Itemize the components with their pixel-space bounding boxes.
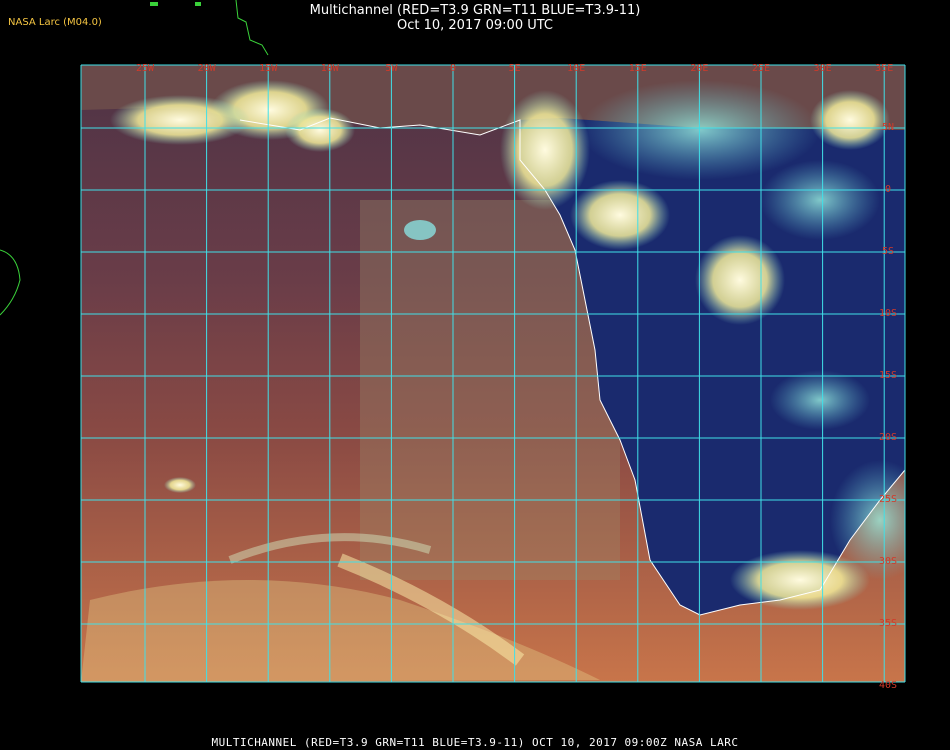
cloud-blob xyxy=(404,220,436,240)
satellite-image-viewer: 25W 20W 15W 10W 5W 0 5E 10E 15E 20E 25E 30E 35E 5N 0 5S… xyxy=(0,0,950,750)
latitude-label: 15S xyxy=(879,370,897,381)
latitude-label: 40S xyxy=(879,680,897,691)
cloud-blob xyxy=(164,477,196,493)
image-datetime: Oct 10, 2017 09:00 UTC xyxy=(397,18,553,33)
cloud-blob xyxy=(810,90,890,150)
longitude-label: 5E xyxy=(509,63,521,74)
longitude-label: 15E xyxy=(629,63,647,74)
footer-caption: MULTICHANNEL (RED=T3.9 GRN=T11 BLUE=T3.9… xyxy=(211,736,739,749)
coastline-fragment xyxy=(0,249,21,316)
longitude-label: 25E xyxy=(752,63,770,74)
longitude-label: 10E xyxy=(567,63,585,74)
latitude-label: 0 xyxy=(885,184,891,195)
satellite-map: 25W 20W 15W 10W 5W 0 5E 10E 15E 20E 25E 30E 35E 5N 0 5S… xyxy=(0,0,946,727)
latitude-label: 5S xyxy=(882,246,894,257)
longitude-label: 0 xyxy=(450,63,456,74)
longitude-label: 15W xyxy=(259,63,278,74)
longitude-label: 25W xyxy=(136,63,155,74)
cloud-blob xyxy=(770,370,870,430)
cloud-blob xyxy=(760,160,880,240)
longitude-label: 5W xyxy=(385,63,398,74)
latitude-label: 10S xyxy=(879,308,897,319)
latitude-label: 20S xyxy=(879,432,897,443)
cloud-blob xyxy=(695,235,785,325)
cloud-blob xyxy=(580,80,820,180)
image-title: Multichannel (RED=T3.9 GRN=T11 BLUE=T3.9… xyxy=(309,3,641,18)
cloud-blob xyxy=(285,108,355,152)
longitude-label: 30E xyxy=(814,63,832,74)
latitude-label: 30S xyxy=(879,556,897,567)
latitude-label: 35S xyxy=(879,618,897,629)
credit-label: NASA Larc (M04.0) xyxy=(8,17,102,28)
latitude-label: 25S xyxy=(879,494,897,505)
longitude-label: 20E xyxy=(690,63,708,74)
latitude-label: 5N xyxy=(882,122,894,133)
longitude-label: 20W xyxy=(198,63,217,74)
longitude-label: 35E xyxy=(875,63,893,74)
cloud-blob xyxy=(110,95,250,145)
longitude-label: 10W xyxy=(321,63,340,74)
